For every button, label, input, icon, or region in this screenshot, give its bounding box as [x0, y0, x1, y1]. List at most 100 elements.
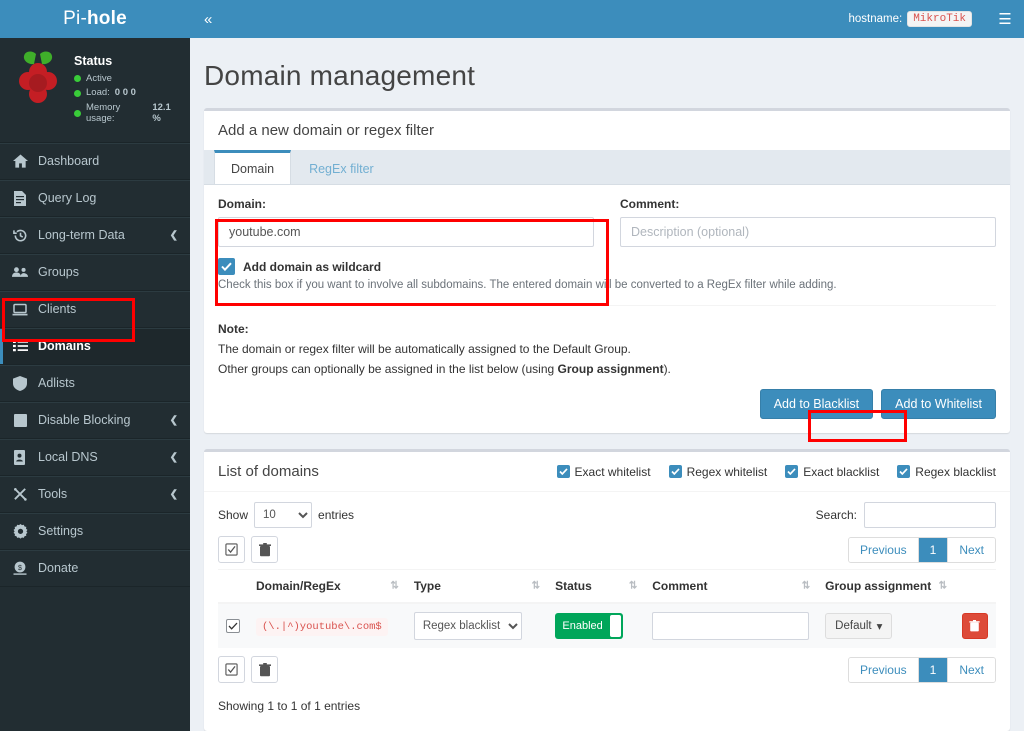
status-load: Load: 0 0 0 — [74, 87, 180, 98]
add-to-blacklist-button[interactable]: Add to Blacklist — [759, 389, 874, 420]
status-active-label: Active — [86, 73, 112, 84]
pagination-previous-top[interactable]: Previous — [848, 537, 919, 562]
page-length-select[interactable]: 10 — [254, 502, 313, 529]
select-all-button-top[interactable] — [218, 536, 245, 564]
status-load-label: Load: — [86, 87, 110, 99]
delete-selected-button-bottom[interactable] — [251, 656, 278, 684]
brand-name-light: Pi- — [63, 8, 87, 29]
filter-exact-whitelist-checkbox[interactable] — [556, 465, 570, 479]
bulk-actions-row-bottom: Previous 1 Next — [218, 648, 996, 689]
filter-regex-whitelist-checkbox[interactable] — [668, 465, 682, 479]
sidebar-item-disable-blocking[interactable]: Disable Blocking ❮ — [0, 401, 190, 439]
history-icon — [12, 227, 28, 243]
pagination-top: Previous 1 Next — [847, 536, 996, 563]
header-group-assignment[interactable]: Group assignment ⇅ — [817, 569, 954, 605]
row-comment-input[interactable] — [652, 612, 810, 641]
sidebar-label-domains: Domains — [38, 339, 91, 354]
sidebar-nav: Dashboard Query Log Long-term Data ❮ Gro… — [0, 141, 190, 587]
header-checkbox-cell — [218, 569, 248, 605]
wildcard-checkbox[interactable] — [218, 258, 235, 275]
header-comment[interactable]: Comment ⇅ — [644, 569, 818, 605]
list-box-body: Show 10 entries Search: Previous 1 Next … — [204, 492, 1010, 731]
header-type[interactable]: Type ⇅ — [405, 569, 548, 605]
filter-exact-blacklist-checkbox[interactable] — [785, 465, 799, 479]
users-icon — [12, 264, 28, 280]
note-line-2-pre: Other groups can optionally be assigned … — [218, 361, 558, 376]
row-delete-button[interactable] — [961, 613, 988, 640]
tab-domain[interactable]: Domain — [214, 150, 292, 184]
wildcard-label: Add domain as wildcard — [243, 259, 382, 274]
filter-regex-blacklist-checkbox[interactable] — [897, 465, 911, 479]
add-to-whitelist-button[interactable]: Add to Whitelist — [881, 389, 996, 420]
row-group-dropdown[interactable]: Default ▾ — [825, 613, 893, 640]
pagination-next-top[interactable]: Next — [948, 537, 995, 562]
row-type-select[interactable]: Regex blacklist — [413, 612, 522, 641]
select-all-button-bottom[interactable] — [218, 656, 245, 684]
sidebar-item-domains[interactable]: Domains — [0, 327, 190, 365]
sidebar-item-local-dns[interactable]: Local DNS ❮ — [0, 438, 190, 476]
sidebar-item-donate[interactable]: $ Donate — [0, 549, 190, 587]
entries-label: entries — [318, 508, 355, 523]
filter-regex-whitelist-label: Regex whitelist — [686, 464, 768, 479]
header-domain-regex[interactable]: Domain/RegEx ⇅ — [248, 569, 406, 605]
search-input[interactable] — [864, 502, 996, 529]
show-label: Show — [218, 508, 249, 523]
gear-icon — [12, 523, 28, 539]
sidebar-item-long-term-data[interactable]: Long-term Data ❮ — [0, 216, 190, 254]
list-icon — [12, 338, 28, 354]
add-domain-box-header: Add a new domain or regex filter — [218, 122, 434, 139]
status-load-value: 0 0 0 — [114, 87, 136, 99]
tab-regex-filter[interactable]: RegEx filter — [293, 150, 390, 184]
sidebar-item-adlists[interactable]: Adlists — [0, 364, 190, 402]
load-dot-icon — [74, 89, 81, 97]
sidebar-item-dashboard[interactable]: Dashboard — [0, 142, 190, 180]
filter-regex-whitelist[interactable]: Regex whitelist — [668, 464, 768, 479]
search-control: Search: — [816, 502, 996, 529]
sidebar-collapse-button[interactable]: « — [204, 12, 212, 27]
domains-table-body: (\.|^)youtube\.com$ Regex blacklist Enab… — [218, 602, 996, 649]
filter-exact-blacklist[interactable]: Exact blacklist — [785, 465, 879, 479]
status-panel: Status Active Load: 0 0 0 Memory usage: … — [0, 38, 190, 142]
list-filters: Exact whitelist Regex whitelist Exact bl… — [556, 464, 996, 479]
pagination-previous-bottom[interactable]: Previous — [848, 657, 919, 682]
pagination-next-bottom[interactable]: Next — [948, 657, 995, 682]
brand-logo[interactable]: Pi-hole — [0, 0, 190, 38]
topbar-right: hostname: MikroTik ☰ — [848, 0, 1024, 38]
sidebar-item-groups[interactable]: Groups — [0, 253, 190, 291]
hamburger-menu-icon[interactable]: ☰ — [986, 0, 1024, 38]
domain-input[interactable] — [218, 217, 594, 247]
pagination-page-1-bottom[interactable]: 1 — [918, 657, 949, 682]
sidebar-item-query-log[interactable]: Query Log — [0, 179, 190, 217]
pihole-admin-page: Pi-hole Status Active Load: 0 0 0 Memory… — [0, 0, 1024, 731]
sidebar: Pi-hole Status Active Load: 0 0 0 Memory… — [0, 0, 190, 731]
sidebar-label-local-dns: Local DNS — [38, 450, 98, 465]
laptop-icon — [12, 301, 28, 317]
wildcard-checkbox-row[interactable]: Add domain as wildcard — [204, 247, 1010, 275]
domains-table: Domain/RegEx ⇅ Type ⇅ Status ⇅ Comment ⇅… — [218, 569, 996, 649]
donate-icon: $ — [12, 560, 28, 576]
table-header-row: Domain/RegEx ⇅ Type ⇅ Status ⇅ Comment ⇅… — [218, 569, 996, 605]
row-status-toggle[interactable]: Enabled — [555, 613, 624, 640]
status-active: Active — [74, 73, 180, 84]
row-type-cell: Regex blacklist — [405, 602, 548, 649]
sidebar-item-tools[interactable]: Tools ❮ — [0, 475, 190, 513]
header-status[interactable]: Status ⇅ — [547, 569, 645, 605]
row-select-cell — [218, 602, 248, 649]
filter-regex-blacklist-label: Regex blacklist — [915, 464, 996, 479]
row-select-checkbox[interactable] — [226, 619, 240, 634]
row-domain-value[interactable]: (\.|^)youtube\.com$ — [256, 618, 388, 637]
sidebar-item-clients[interactable]: Clients — [0, 290, 190, 328]
pagination-page-1-top[interactable]: 1 — [918, 537, 949, 562]
note-title: Note: — [218, 322, 249, 336]
filter-regex-blacklist[interactable]: Regex blacklist — [897, 465, 996, 479]
domain-label: Domain: — [218, 197, 266, 211]
filter-exact-whitelist[interactable]: Exact whitelist — [556, 465, 651, 479]
sidebar-item-settings[interactable]: Settings — [0, 512, 190, 550]
comment-input[interactable] — [620, 217, 996, 247]
tools-icon — [12, 486, 28, 502]
svg-text:$: $ — [18, 565, 22, 572]
domain-field-group: Domain: — [218, 197, 594, 247]
delete-selected-button-top[interactable] — [251, 536, 278, 564]
chevron-left-icon: ❮ — [169, 488, 178, 500]
list-box-title: List of domains — [218, 463, 319, 481]
